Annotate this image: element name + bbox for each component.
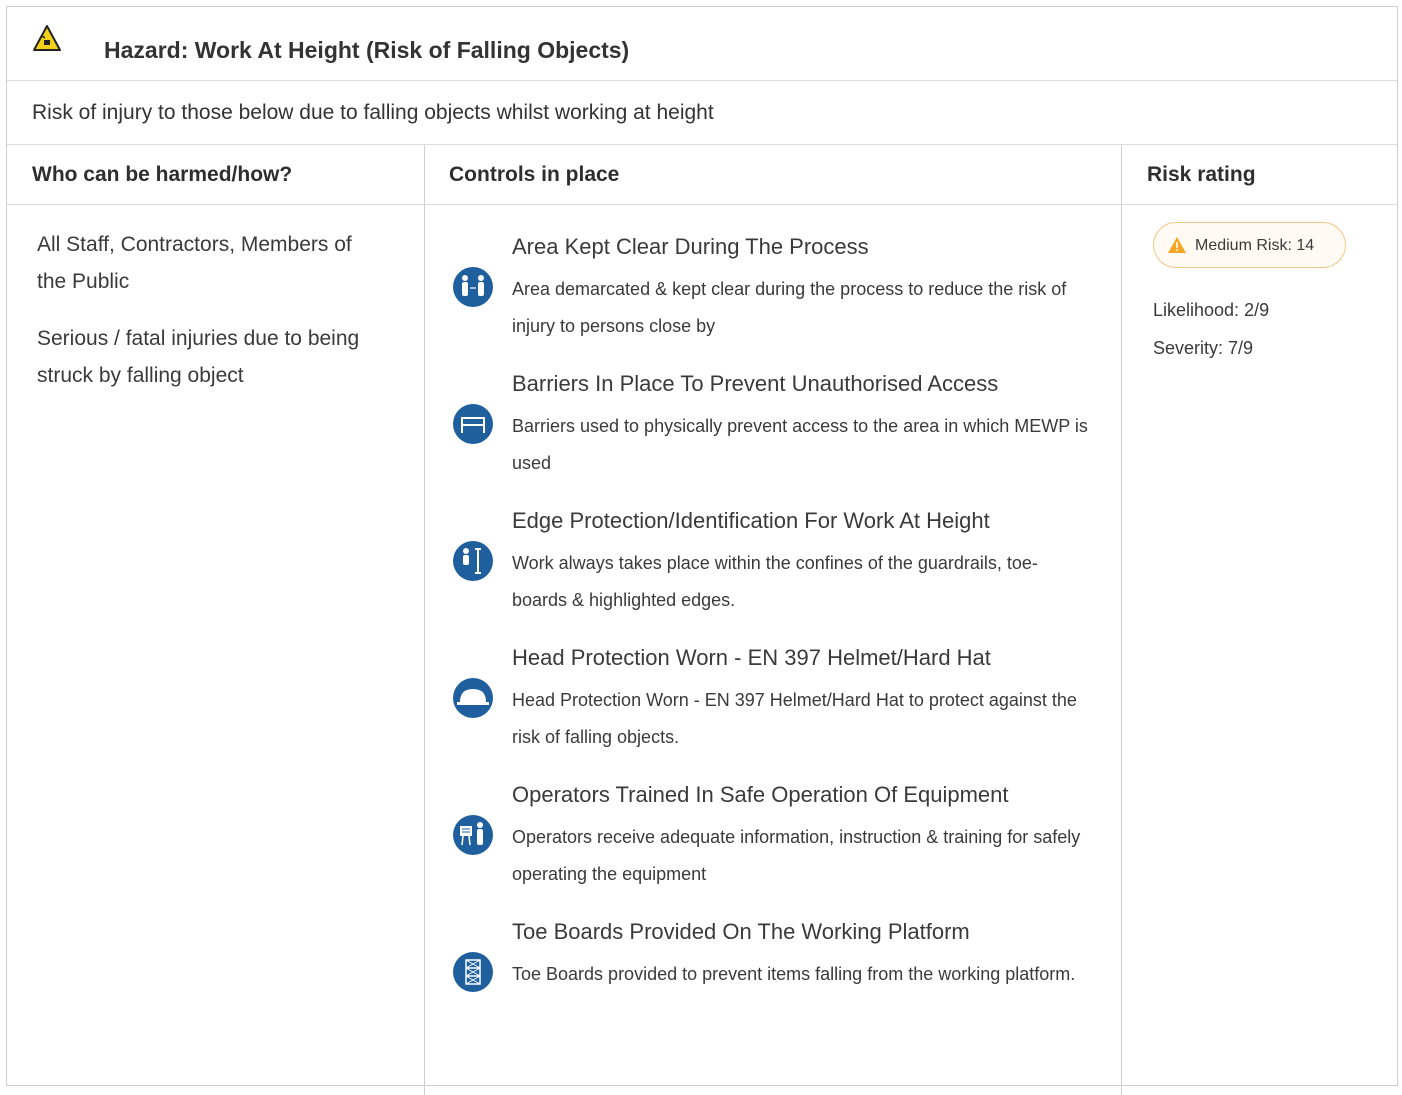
col-header-risk-rating: Risk rating <box>1147 163 1256 186</box>
column-divider <box>424 145 425 1095</box>
risk-badge-label: Medium Risk: 14 <box>1195 237 1315 254</box>
control-item: Toe Boards Provided On The Working Platf… <box>453 919 1093 1039</box>
control-description: Work always takes place within the confi… <box>512 553 1038 610</box>
control-item: Barriers In Place To Prevent Unauthorise… <box>453 371 1093 491</box>
control-item: Edge Protection/Identification For Work … <box>453 508 1093 628</box>
control-title: Head Protection Worn - EN 397 Helmet/Har… <box>512 645 991 670</box>
col-header-who-harmed: Who can be harmed/how? <box>32 163 293 186</box>
control-title: Barriers In Place To Prevent Unauthorise… <box>512 371 999 396</box>
control-item: Head Protection Worn - EN 397 Helmet/Har… <box>453 645 1093 765</box>
harmed-who: All Staff, Contractors, Members of the P… <box>37 233 352 293</box>
harmed-cell: All Staff, Contractors, Members of the P… <box>37 226 377 414</box>
control-title: Operators Trained In Safe Operation Of E… <box>512 782 1009 807</box>
warning-icon <box>1168 237 1186 253</box>
scaffold-icon <box>453 952 493 992</box>
hazard-description-row: Risk of injury to those below due to fal… <box>7 81 1397 145</box>
column-divider <box>1121 145 1122 1095</box>
control-item: Area Kept Clear During The Process Area … <box>453 234 1093 354</box>
control-title: Area Kept Clear During The Process <box>512 234 869 259</box>
keep-distance-icon <box>453 267 493 307</box>
falling-object-warning-icon <box>33 25 61 51</box>
edge-protection-icon <box>453 541 493 581</box>
control-title: Toe Boards Provided On The Working Platf… <box>512 919 970 944</box>
harmed-how: Serious / fatal injuries due to being st… <box>37 327 360 387</box>
control-description: Barriers used to physically prevent acce… <box>512 416 1088 473</box>
likelihood-value: Likelihood: 2/9 <box>1153 300 1270 320</box>
barrier-icon <box>453 404 493 444</box>
col-header-controls: Controls in place <box>449 163 620 186</box>
risk-badge: Medium Risk: 14 <box>1153 222 1346 268</box>
control-description: Toe Boards provided to prevent items fal… <box>512 964 1076 984</box>
control-description: Operators receive adequate information, … <box>512 827 1081 884</box>
training-icon <box>453 815 493 855</box>
control-title: Edge Protection/Identification For Work … <box>512 508 990 533</box>
hazard-title: Hazard: Work At Height (Risk of Falling … <box>104 37 630 63</box>
control-item: Operators Trained In Safe Operation Of E… <box>453 782 1093 902</box>
hazard-header: Hazard: Work At Height (Risk of Falling … <box>7 7 1397 81</box>
control-description: Area demarcated & kept clear during the … <box>512 279 1067 336</box>
table-header: Who can be harmed/how? Controls in place… <box>7 145 1397 205</box>
control-description: Head Protection Worn - EN 397 Helmet/Har… <box>512 690 1077 747</box>
hazard-description: Risk of injury to those below due to fal… <box>32 101 714 124</box>
severity-value: Severity: 7/9 <box>1153 338 1254 358</box>
hard-hat-icon <box>453 678 493 718</box>
